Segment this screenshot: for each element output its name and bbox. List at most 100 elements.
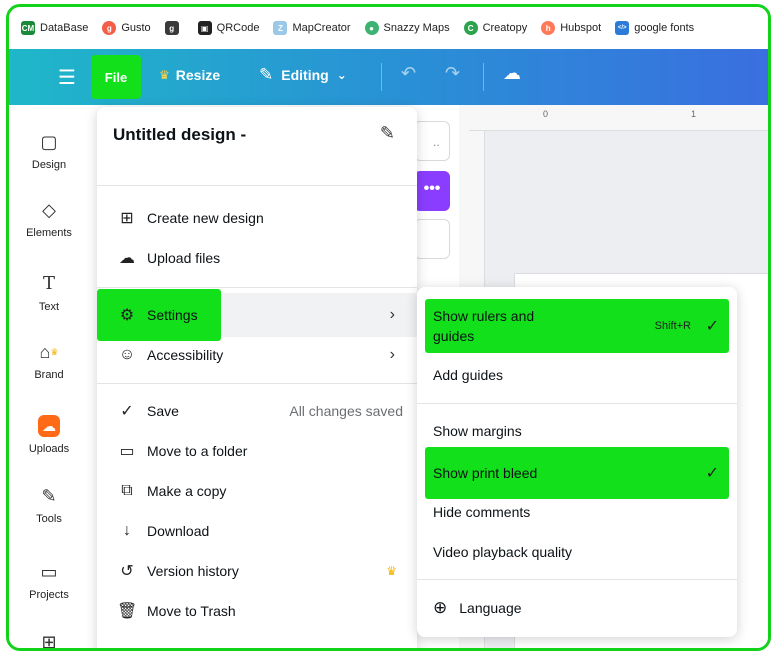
cm-icon: CM xyxy=(21,21,35,35)
ruler-horizontal[interactable]: 0 1 xyxy=(469,105,768,131)
submenu-item-label: Language xyxy=(459,600,522,616)
editing-mode-button[interactable]: ✎ Editing ⌄ xyxy=(259,65,347,85)
code-icon: </> xyxy=(615,21,630,35)
app-window: CM DataBase g Gusto g ▣ QRCode Z MapCrea… xyxy=(6,4,771,651)
menu-item-label: Accessibility xyxy=(147,347,224,363)
bookmark-gusto[interactable]: g Gusto xyxy=(102,21,151,35)
download-icon: ↓ xyxy=(123,522,131,539)
bookmark-mapcreator[interactable]: Z MapCreator xyxy=(273,21,351,35)
menu-item-move-to-folder[interactable]: ▭ Move to a folder xyxy=(97,431,417,471)
ruler-tick-0: 0 xyxy=(543,109,549,119)
rail-item-tools[interactable]: ✎ Tools xyxy=(9,485,89,525)
panel-input-secondary[interactable] xyxy=(414,219,450,259)
submenu-item-label: Show print bleed xyxy=(433,465,538,481)
brand-icon: ⌂♛ xyxy=(39,342,59,362)
create-new-icon: ⊞ xyxy=(120,210,134,227)
bookmark-google-fonts[interactable]: </> google fonts xyxy=(615,21,694,35)
undo-icon[interactable]: ↶ xyxy=(401,63,416,84)
menu-item-make-copy[interactable]: ⧉ Make a copy xyxy=(97,471,417,511)
rail-item-apps[interactable]: ⊞ xyxy=(9,631,89,651)
menu-item-accessibility[interactable]: ☺ Accessibility › xyxy=(97,335,417,375)
top-toolbar: ☰ File ♛ Resize ✎ Editing ⌄ ↶ ↷ ☁ xyxy=(9,49,768,105)
label-line: guides xyxy=(433,328,475,344)
menu-item-label: Version history xyxy=(147,563,239,579)
rail-item-design[interactable]: ▢ Design xyxy=(9,131,89,171)
menu-divider xyxy=(97,287,417,288)
submenu-item-show-rulers[interactable]: Show rulers and guides Shift+R ✓ xyxy=(417,299,737,353)
check-icon: ✓ xyxy=(705,318,719,335)
resize-button[interactable]: ♛ Resize xyxy=(159,67,220,83)
toolbar-divider xyxy=(483,63,484,91)
rail-label: Elements xyxy=(26,227,72,239)
menu-item-version-history[interactable]: ↺ Version history ♛ xyxy=(97,551,417,591)
bookmark-qrcode[interactable]: ▣ QRCode xyxy=(197,21,260,35)
bookmark-creatopy[interactable]: C Creatopy xyxy=(463,21,528,35)
bookmark-label: Snazzy Maps xyxy=(383,22,450,34)
menu-item-label: Make a copy xyxy=(147,483,227,499)
editing-label: Editing xyxy=(281,67,329,83)
rail-item-brand[interactable]: ⌂♛ Brand xyxy=(9,341,89,381)
bookmark-g[interactable]: g xyxy=(164,21,184,35)
menu-item-settings[interactable]: ⚙ Settings › xyxy=(97,289,417,341)
bookmark-hubspot[interactable]: h Hubspot xyxy=(541,21,601,35)
chevron-right-icon: › xyxy=(389,306,395,323)
rail-label: Design xyxy=(31,159,67,171)
menu-item-save[interactable]: ✓ Save All changes saved xyxy=(97,391,417,431)
menu-item-label: Settings xyxy=(147,307,198,323)
projects-icon: ▭ xyxy=(40,562,58,582)
tools-icon: ✎ xyxy=(41,486,57,506)
panel-input[interactable]: .. xyxy=(414,121,450,161)
menu-item-upload-files[interactable]: ☁ Upload files xyxy=(97,238,417,278)
submenu-item-show-print-bleed[interactable]: Show print bleed ✓ xyxy=(417,453,737,493)
submenu-item-label: Hide comments xyxy=(433,504,531,520)
submenu-item-label: Video playback quality xyxy=(433,544,573,560)
globe-icon: ⊕ xyxy=(433,598,448,617)
rail-item-uploads[interactable]: ☁ Uploads xyxy=(9,415,89,455)
folder-icon: ▭ xyxy=(119,443,135,460)
history-icon: ↺ xyxy=(120,563,134,580)
accessibility-icon: ☺ xyxy=(118,346,136,363)
left-rail: ▢ Design ◇ Elements T Text ⌂♛ Brand ☁ Up… xyxy=(9,105,89,648)
edit-title-pencil-icon[interactable]: ✎ xyxy=(380,123,395,144)
save-status: All changes saved xyxy=(289,403,403,419)
text-icon: T xyxy=(42,273,55,294)
bookmark-label: Creatopy xyxy=(482,22,528,34)
ruler-tick-1: 1 xyxy=(691,109,697,119)
toolbar-divider xyxy=(381,63,382,91)
more-options-button[interactable]: ••• xyxy=(414,171,450,211)
submenu-item-add-guides[interactable]: Add guides xyxy=(417,355,737,395)
chevron-right-icon: › xyxy=(389,346,395,363)
bookmark-label: Hubspot xyxy=(560,22,602,34)
hamburger-menu-icon[interactable]: ☰ xyxy=(47,65,87,90)
bookmark-label: Gusto xyxy=(121,22,151,34)
menu-item-create-new-design[interactable]: ⊞ Create new design xyxy=(97,198,417,238)
submenu-item-show-margins[interactable]: Show margins xyxy=(417,411,737,451)
file-menu: Untitled design - ✎ ⊞ Create new design … xyxy=(97,107,417,648)
menu-divider xyxy=(417,579,737,580)
pencil-icon: ✎ xyxy=(259,65,274,84)
bookmark-database[interactable]: CM DataBase xyxy=(21,21,88,35)
menu-item-label: Move to Trash xyxy=(147,603,236,619)
menu-item-download[interactable]: ↓ Download xyxy=(97,511,417,551)
crown-icon: ♛ xyxy=(159,68,170,82)
rail-item-elements[interactable]: ◇ Elements xyxy=(9,199,89,239)
design-title[interactable]: Untitled design - xyxy=(113,125,246,145)
chevron-down-icon: ⌄ xyxy=(336,68,347,82)
menu-item-move-to-trash[interactable]: 🗑 Move to Trash xyxy=(97,591,417,631)
submenu-item-hide-comments[interactable]: Hide comments xyxy=(417,492,737,532)
bookmark-snazzy-maps[interactable]: ● Snazzy Maps xyxy=(364,21,450,35)
bookmark-label: QRCode xyxy=(216,22,260,34)
rail-label: Projects xyxy=(29,589,69,601)
cloud-saved-icon[interactable]: ☁ xyxy=(503,63,521,84)
file-label: File xyxy=(104,69,128,85)
submenu-item-language[interactable]: ⊕ Language xyxy=(417,588,737,628)
submenu-item-video-playback-quality[interactable]: Video playback quality xyxy=(417,532,737,572)
apps-icon: ⊞ xyxy=(41,632,57,651)
redo-icon[interactable]: ↷ xyxy=(445,63,460,84)
rail-item-projects[interactable]: ▭ Projects xyxy=(9,561,89,601)
file-menu-button[interactable]: File xyxy=(91,55,141,99)
gusto-icon: g xyxy=(102,21,117,35)
menu-item-label: Upload files xyxy=(147,250,221,266)
menu-item-label: Download xyxy=(147,523,210,539)
rail-item-text[interactable]: T Text xyxy=(9,273,89,313)
